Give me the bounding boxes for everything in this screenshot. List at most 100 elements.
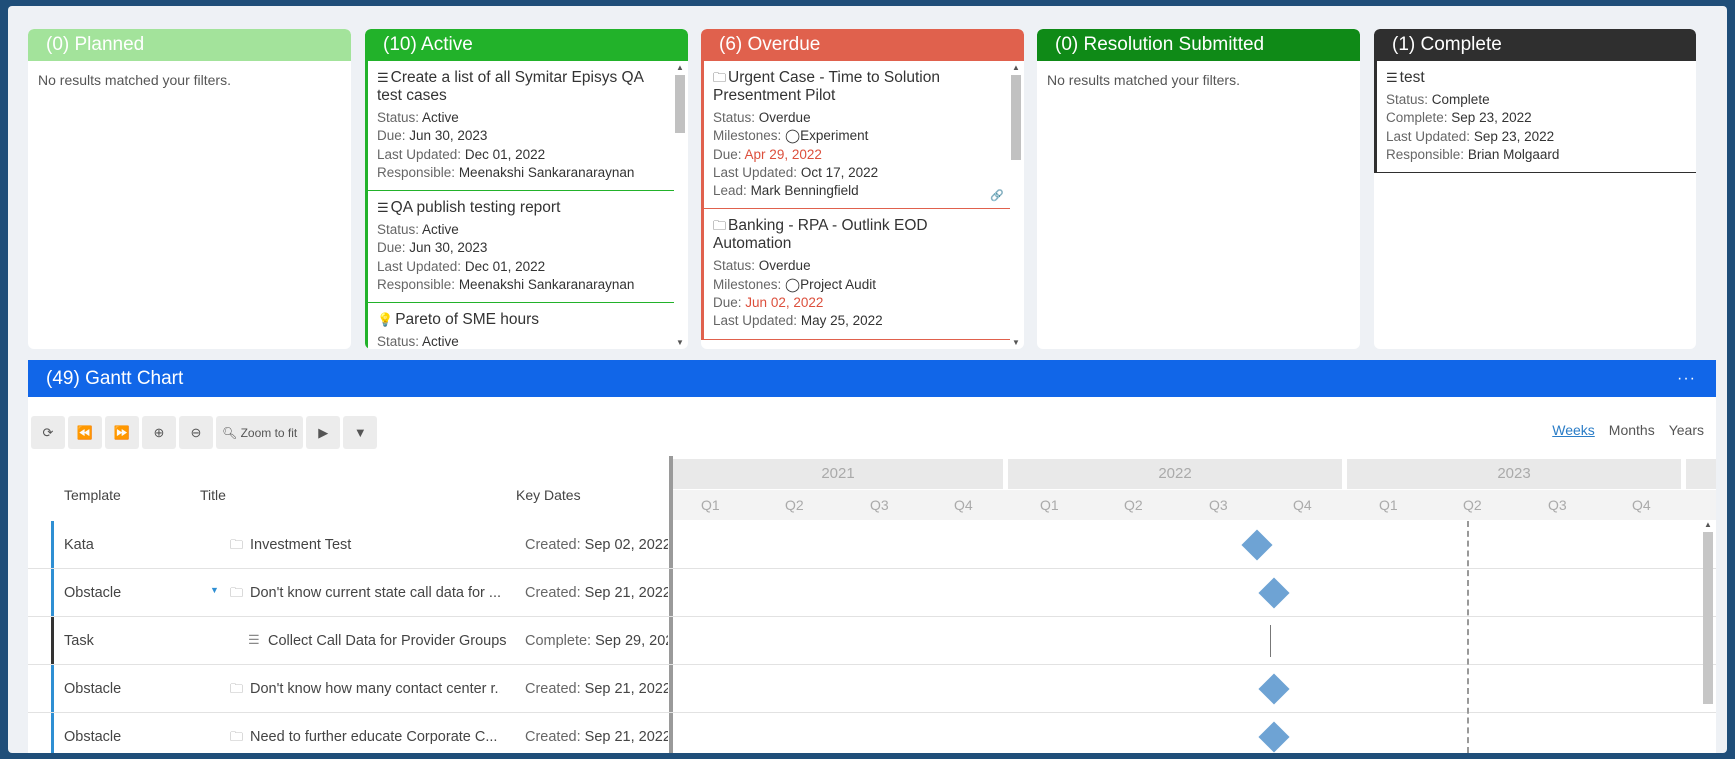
card-title[interactable]: QA publish testing report [391,199,561,216]
field-label: Status: [377,334,420,349]
milestone-marker[interactable] [1241,529,1273,561]
field-label: Milestones: [713,128,782,144]
date-cell: Created: Sep 21, 2022 [525,681,668,697]
collapse-caret-icon[interactable]: ▼ [210,585,219,595]
zoom-out-icon: ⊖ [190,424,202,440]
card[interactable]: 💡 Pareto of SME hours Status: Active [365,303,674,349]
date-value: Sep 29, 2022 [595,633,668,649]
card[interactable]: ☰ QA publish testing report Status: Activ… [365,191,674,304]
title-cell[interactable]: Investment Test [250,537,500,553]
card-title[interactable]: Create a list of all Symitar Episys QA t… [377,69,643,104]
table-row[interactable]: Obstacle 🗀 Don't know how many contact c… [28,665,1716,713]
date-cell: Complete: Sep 29, 2022 [525,633,668,649]
vertical-scrollbar[interactable]: ▲ [1702,520,1714,753]
refresh-button[interactable]: ⟳ [31,416,65,449]
play-button[interactable]: ▶ [306,416,341,449]
template-cell: Task [64,633,94,649]
column-header: (0) Planned [28,29,351,61]
responsible-value: Brian Molgaard [1467,146,1560,162]
scrollbar[interactable]: ▲ ▼ [674,63,686,347]
folder-icon: 🗀 [230,537,244,552]
dropdown-button[interactable]: ▼ [343,416,378,449]
milestone-marker[interactable] [1258,721,1290,753]
caret-down-icon: ▼ [353,425,367,440]
responsible-value: Meenakshi Sankaranaraynan [458,164,635,180]
view-weeks[interactable]: Weeks [1552,422,1595,438]
field-label: Last Updated: [1386,128,1471,144]
quarter-label: Q1 [1040,497,1059,513]
scroll-back-button[interactable]: ⏪ [68,416,102,449]
due-value: Jun 02, 2022 [745,295,824,311]
card-title[interactable]: Pareto of SME hours [395,311,539,328]
column-header-title[interactable]: Title [200,487,226,503]
list-icon: ☰ [377,70,389,85]
column-planned: (0) Planned No results matched your filt… [28,29,351,349]
field-label: Due: [377,128,406,144]
column-header-key-dates[interactable]: Key Dates [516,487,581,503]
date-value: Sep 02, 2022 [584,537,668,553]
scroll-forward-button[interactable]: ⏩ [105,416,139,449]
template-cell: Obstacle [64,681,122,697]
updated-value: May 25, 2022 [800,313,883,329]
zoom-in-button[interactable]: ⊕ [142,416,176,449]
list-icon: ☰ [1386,70,1398,85]
card[interactable]: ☰ Create a list of all Symitar Episys QA … [365,61,674,192]
field-label: Last Updated: [377,146,462,162]
table-row[interactable]: Obstacle 🗀 Need to further educate Corpo… [28,713,1716,753]
completion-marker[interactable] [1270,625,1271,657]
zoom-out-button[interactable]: ⊖ [179,416,213,449]
field-label: Status: [377,222,420,238]
column-header: (0) Resolution Submitted [1037,29,1360,61]
title-cell[interactable]: Don't know current state call data for .… [250,585,500,601]
title-cell[interactable]: Collect Call Data for Provider Groups [268,633,526,649]
field-label: Last Updated: [713,164,798,180]
card[interactable]: 🗀 Banking - RPA - Outlink EOD Automation … [701,209,1010,340]
field-label: Due: [713,146,742,162]
grid-header: Template Title Key Dates [28,459,669,521]
lightbulb-icon: 💡 [377,312,394,328]
status-value: Complete [1431,92,1490,107]
date-value: Sep 21, 2022 [584,585,668,601]
quarter-label: Q3 [1548,497,1567,513]
scrollbar[interactable]: ▲ ▼ [1010,63,1022,347]
gantt-header: (49) Gantt Chart ··· [28,360,1716,397]
field-label: Responsible: [1386,146,1465,162]
view-years[interactable]: Years [1669,422,1704,438]
column-overdue: (6) Overdue 🗀 Urgent Case - Time to Solut… [701,29,1024,349]
complete-value: Sep 23, 2022 [1451,110,1532,126]
status-value: Active [422,334,459,349]
due-value: Jun 30, 2023 [409,240,488,256]
field-label: Lead: [713,183,747,199]
title-cell[interactable]: Don't know how many contact center r... [250,681,500,697]
folder-icon: 🗀 [230,681,244,696]
template-cell: Obstacle [64,585,122,601]
card-title[interactable]: test [1400,69,1425,86]
year-2021: 2021 [673,459,1003,489]
view-months[interactable]: Months [1609,422,1655,438]
card-title[interactable]: Urgent Case - Time to Solution Presentme… [713,69,940,104]
more-options-icon[interactable]: ··· [1677,360,1696,397]
zoom-to-fit-button[interactable]: 🔍︎ Zoom to fit [216,416,304,449]
title-cell[interactable]: Need to further educate Corporate C... [250,729,500,745]
column-header-template[interactable]: Template [64,487,121,503]
table-row[interactable]: Kata 🗀 Investment Test Created: Sep 02, … [28,521,1716,569]
list-icon: ☰ [377,200,389,216]
milestone-marker[interactable] [1258,673,1290,705]
zoom-to-fit-label: Zoom to fit [240,425,298,440]
gantt-panel: (49) Gantt Chart ··· ⟳ ⏪ ⏩ ⊕ ⊖ 🔍︎ Zoom t… [28,360,1716,753]
field-label: Milestones: [713,276,782,292]
quarter-label: Q3 [1209,497,1228,513]
field-label: Complete: [1386,110,1448,126]
quarter-label: Q3 [870,497,889,513]
status-value: Active [422,110,459,125]
milestone-marker[interactable] [1258,577,1290,609]
table-row[interactable]: Task ☰ Collect Call Data for Provider Gr… [28,617,1716,665]
link-icon[interactable]: 🔗 [990,189,1004,202]
table-row[interactable]: Obstacle ▼ 🗀 Don't know current state ca… [28,569,1716,617]
field-label: Due: [713,295,742,311]
card[interactable]: 🗀 Urgent Case - Time to Solution Presentm… [701,61,1010,210]
card[interactable]: ☰ test Status: Complete Complete: Sep 23,… [1374,61,1696,174]
year-2023: 2023 [1347,459,1681,489]
folder-icon: 🗀 [230,585,244,600]
card-title[interactable]: Banking - RPA - Outlink EOD Automation [713,217,928,252]
